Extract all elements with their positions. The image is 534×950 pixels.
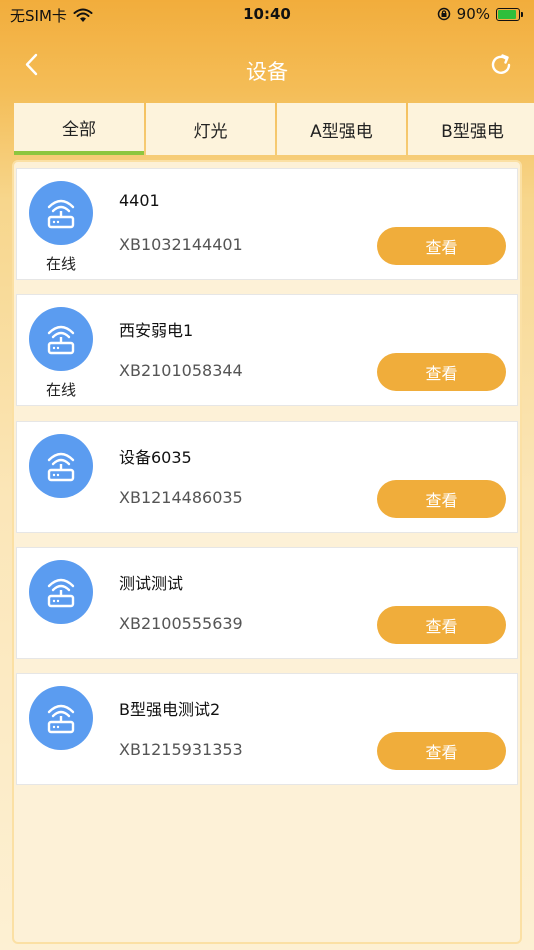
refresh-button[interactable] (486, 50, 516, 80)
device-status: 在线 (45, 381, 76, 399)
tab-label: B型强电 (441, 121, 504, 142)
router-icon (29, 181, 93, 245)
battery-fill (498, 9, 516, 19)
tab-type-a-power[interactable]: A型强电 (277, 103, 406, 155)
device-serial: XB1214486035 (119, 488, 243, 507)
page-title: 设备 (246, 60, 288, 84)
device-name: 测试测试 (119, 574, 184, 593)
device-name: B型强电测试2 (119, 700, 221, 719)
device-name: 西安弱电1 (119, 321, 194, 340)
battery-icon (496, 7, 523, 21)
router-icon (29, 434, 93, 498)
router-icon (29, 307, 93, 371)
view-button[interactable]: 查看 (377, 732, 506, 770)
device-name: 4401 (119, 191, 160, 210)
view-button[interactable]: 查看 (377, 353, 506, 391)
view-button[interactable]: 查看 (377, 480, 506, 518)
status-bar: 无SIM卡 10:40 90% (0, 0, 534, 28)
device-card[interactable]: 设备6035 XB1214486035 查看 (16, 421, 518, 533)
device-card[interactable]: 在线 4401 XB1032144401 查看 (16, 168, 518, 280)
battery-percent: 90% (456, 5, 490, 23)
device-status: 在线 (45, 255, 76, 273)
rotation-lock-icon (437, 7, 450, 21)
battery-group: 90% (437, 5, 523, 23)
tab-label: 灯光 (193, 121, 228, 142)
device-card[interactable]: 测试测试 XB2100555639 查看 (16, 547, 518, 659)
nav-bar: 设备 (0, 40, 534, 100)
battery-tip (521, 11, 523, 17)
view-button[interactable]: 查看 (377, 227, 506, 265)
device-card[interactable]: B型强电测试2 XB1215931353 查看 (16, 673, 518, 785)
device-serial: XB2101058344 (119, 361, 243, 380)
router-icon (29, 560, 93, 624)
device-card[interactable]: 在线 西安弱电1 XB2101058344 查看 (16, 294, 518, 406)
device-serial: XB1032144401 (119, 235, 243, 254)
tab-label: A型强电 (310, 121, 373, 142)
view-button[interactable]: 查看 (377, 606, 506, 644)
refresh-icon (491, 54, 511, 74)
device-serial: XB2100555639 (119, 614, 243, 633)
router-icon (29, 686, 93, 750)
tab-lighting[interactable]: 灯光 (146, 103, 275, 155)
device-serial: XB1215931353 (119, 740, 243, 759)
device-name: 设备6035 (119, 448, 192, 467)
tab-type-b-power[interactable]: B型强电 (408, 103, 534, 155)
tab-label: 全部 (62, 119, 96, 140)
tab-all[interactable]: 全部 (14, 103, 144, 155)
tab-bar: 全部 灯光 A型强电 B型强电 (14, 103, 534, 155)
